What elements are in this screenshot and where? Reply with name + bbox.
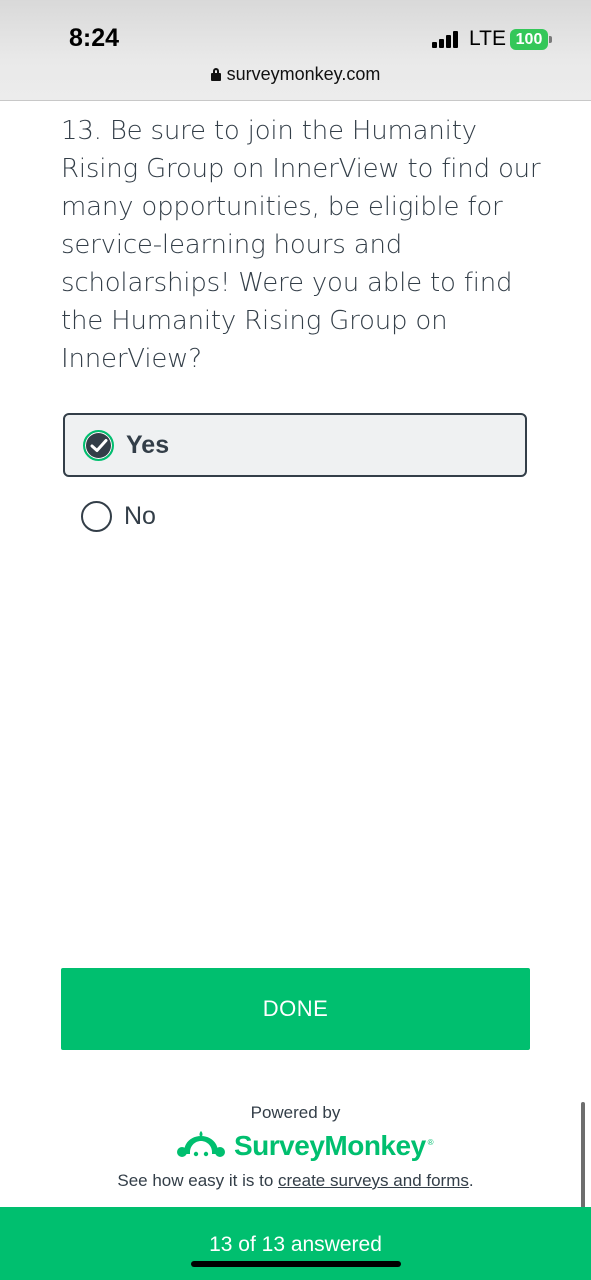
done-button[interactable]: DONE bbox=[61, 968, 530, 1050]
battery-icon: 100 bbox=[510, 29, 548, 50]
question-text: 13. Be sure to join the Humanity Rising … bbox=[61, 116, 541, 374]
url-text: surveymonkey.com bbox=[226, 64, 381, 84]
tagline-prefix: See how easy it is to bbox=[117, 1171, 279, 1190]
brand-name: SurveyMonkey bbox=[234, 1130, 426, 1161]
cellular-signal-icon bbox=[432, 30, 464, 48]
scrollbar[interactable] bbox=[581, 1102, 585, 1224]
option-no[interactable]: No bbox=[63, 484, 527, 548]
radio-checked-icon[interactable] bbox=[83, 429, 114, 461]
lock-icon bbox=[210, 68, 221, 81]
home-indicator[interactable] bbox=[191, 1261, 401, 1267]
radio-unchecked-icon[interactable] bbox=[81, 500, 112, 532]
browser-top-bar: 8:24 LTE 100 surveymonkey.com bbox=[0, 0, 591, 101]
progress-bar: 13 of 13 answered bbox=[0, 1207, 591, 1280]
url-bar[interactable]: surveymonkey.com bbox=[0, 64, 591, 85]
powered-by-label: Powered by bbox=[250, 1103, 341, 1122]
option-yes-label: Yes bbox=[126, 430, 170, 459]
battery-cap bbox=[549, 36, 552, 43]
create-surveys-link[interactable]: create surveys and forms bbox=[278, 1171, 469, 1190]
surveymonkey-logo-icon bbox=[177, 1131, 225, 1157]
option-yes[interactable]: Yes bbox=[63, 413, 527, 477]
surveymonkey-logo[interactable]: SurveyMonkey ® bbox=[176, 1128, 434, 1164]
brand-trademark: ® bbox=[427, 1138, 434, 1147]
network-type: LTE bbox=[469, 27, 506, 50]
status-time: 8:24 bbox=[69, 24, 120, 52]
footer-tagline: See how easy it is to create surveys and… bbox=[0, 1171, 591, 1191]
option-no-label: No bbox=[124, 501, 156, 530]
tagline-suffix: . bbox=[468, 1171, 474, 1190]
